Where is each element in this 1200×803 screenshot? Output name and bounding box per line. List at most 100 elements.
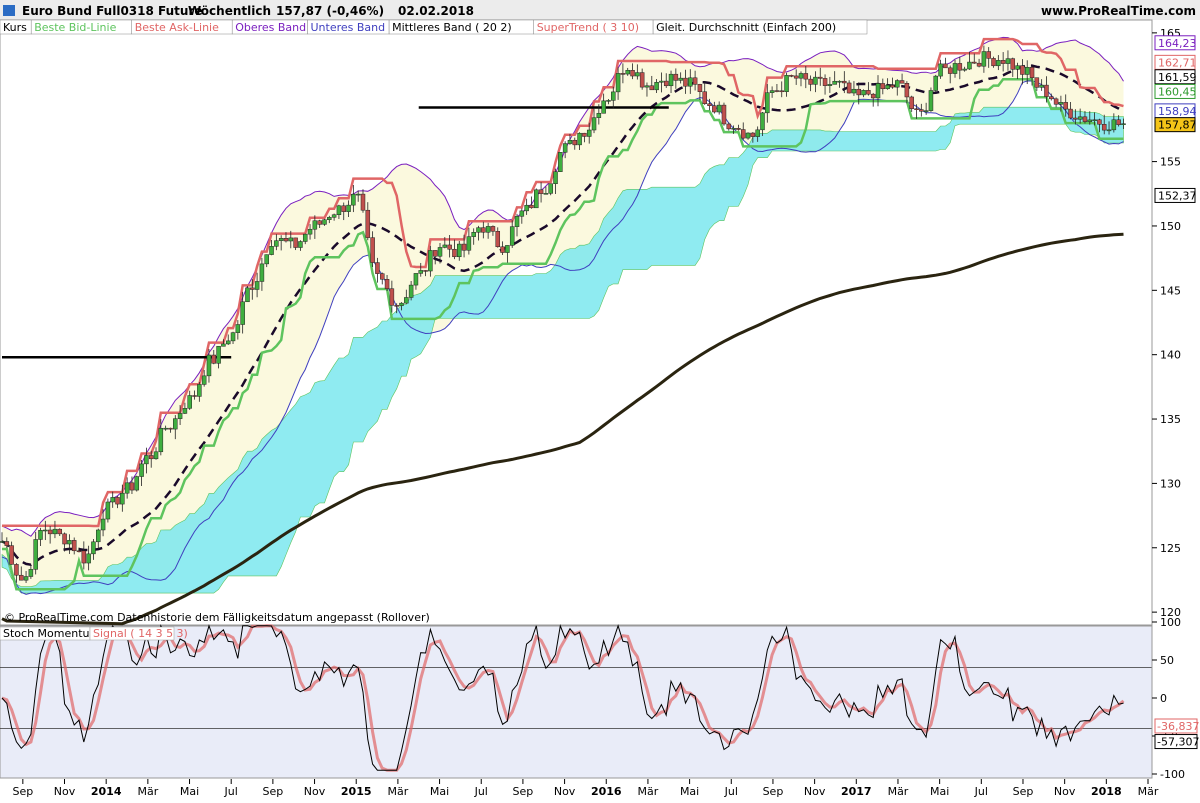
candle-body	[211, 354, 217, 364]
candle-body	[1101, 124, 1107, 131]
candle-body	[307, 228, 313, 235]
candle-body	[673, 73, 679, 81]
candle-body	[582, 132, 587, 137]
candle-body	[519, 210, 525, 217]
time-label: Jul	[724, 785, 738, 798]
price-badge-label: 160,45	[1158, 85, 1197, 98]
indicator-tick-label: 50	[1160, 654, 1174, 667]
candle-body	[1087, 119, 1093, 122]
candle-body	[1000, 60, 1006, 64]
candle-body	[591, 117, 597, 131]
candle-body	[967, 61, 972, 70]
candle-body	[187, 395, 192, 409]
candle-body	[437, 247, 443, 257]
candle-body	[558, 152, 563, 172]
time-label: Mär	[388, 785, 409, 798]
candle-body	[755, 129, 760, 137]
candle-body	[861, 90, 866, 96]
candle-body	[466, 236, 472, 251]
candle-body	[1068, 108, 1073, 119]
candle-body	[96, 529, 101, 543]
candle-body	[452, 248, 457, 258]
date-label: 02.02.2018	[398, 4, 474, 18]
candle-body	[880, 83, 886, 90]
time-label: Jul	[474, 785, 488, 798]
candle-body	[278, 238, 284, 241]
candle-body	[740, 129, 746, 139]
candle-body	[197, 384, 202, 397]
candle-body	[606, 100, 611, 102]
candle-body	[110, 497, 115, 503]
candle-body	[1111, 119, 1117, 131]
candle-body	[394, 305, 399, 307]
candle-body	[750, 132, 756, 137]
candle-body	[447, 244, 452, 250]
candle-body	[331, 214, 337, 218]
candle-body	[635, 72, 640, 77]
time-label: Mär	[1138, 785, 1159, 798]
candle-body	[365, 209, 371, 238]
candle-body	[601, 100, 606, 114]
candle-body	[899, 80, 905, 84]
candle-body	[206, 354, 212, 377]
candle-body	[158, 428, 164, 453]
candle-body	[765, 92, 770, 114]
candle-body	[683, 77, 688, 87]
candle-body	[813, 76, 818, 85]
candle-body	[793, 75, 799, 79]
candle-body	[115, 497, 120, 505]
candle-body	[538, 189, 544, 194]
candle-body	[341, 205, 346, 212]
candle-body	[428, 250, 433, 272]
candle-body	[86, 553, 91, 564]
candle-body	[235, 324, 241, 333]
candle-body	[514, 216, 520, 227]
time-label: Mär	[638, 785, 659, 798]
candle-body	[481, 227, 486, 233]
time-label: Mai	[430, 785, 449, 798]
candle-body	[774, 90, 780, 92]
candle-body	[919, 109, 924, 112]
candle-body	[240, 301, 245, 325]
candle-body	[384, 279, 390, 289]
candle-body	[418, 270, 423, 274]
time-label: Mär	[888, 785, 909, 798]
candle-body	[736, 128, 741, 130]
candle-body	[505, 245, 510, 253]
price-tick-label: 140	[1160, 349, 1181, 362]
candle-body	[1010, 58, 1016, 70]
candle-body	[375, 262, 380, 274]
candle-body	[461, 243, 467, 251]
price-tick-label: 125	[1160, 542, 1181, 555]
candle-body	[495, 231, 501, 248]
footer-note: © ProRealTime.com Datenhistorie dem Fäll…	[4, 611, 430, 624]
candle-body	[649, 85, 655, 91]
time-label: Nov	[554, 785, 576, 798]
candle-body	[105, 501, 111, 520]
candle-body	[553, 171, 558, 185]
candle-body	[1044, 84, 1049, 97]
indicator-axis: 100500-50-100-36,837-57,307	[1151, 616, 1199, 781]
candle-body	[822, 78, 828, 86]
candle-body	[177, 413, 183, 419]
time-label: Mai	[180, 785, 199, 798]
candle-body	[19, 574, 24, 581]
candle-body	[442, 244, 448, 248]
candle-body	[702, 91, 707, 104]
last-price: 157,87 (-0,46%)	[276, 4, 384, 18]
candle-body	[312, 220, 318, 230]
indicator-badge-label: -36,837	[1157, 720, 1199, 733]
price-badge-label: 152,37	[1158, 189, 1197, 202]
candle-body	[490, 226, 496, 232]
candle-body	[346, 204, 351, 212]
candle-body	[201, 375, 207, 385]
candle-body	[389, 288, 395, 306]
candle-body	[134, 476, 140, 491]
candle-body	[173, 418, 178, 430]
candle-body	[577, 132, 582, 146]
candle-body	[274, 240, 279, 247]
candle-body	[890, 84, 895, 88]
candle-body	[933, 75, 939, 91]
candle-body	[1058, 102, 1064, 105]
candle-body	[91, 541, 96, 555]
